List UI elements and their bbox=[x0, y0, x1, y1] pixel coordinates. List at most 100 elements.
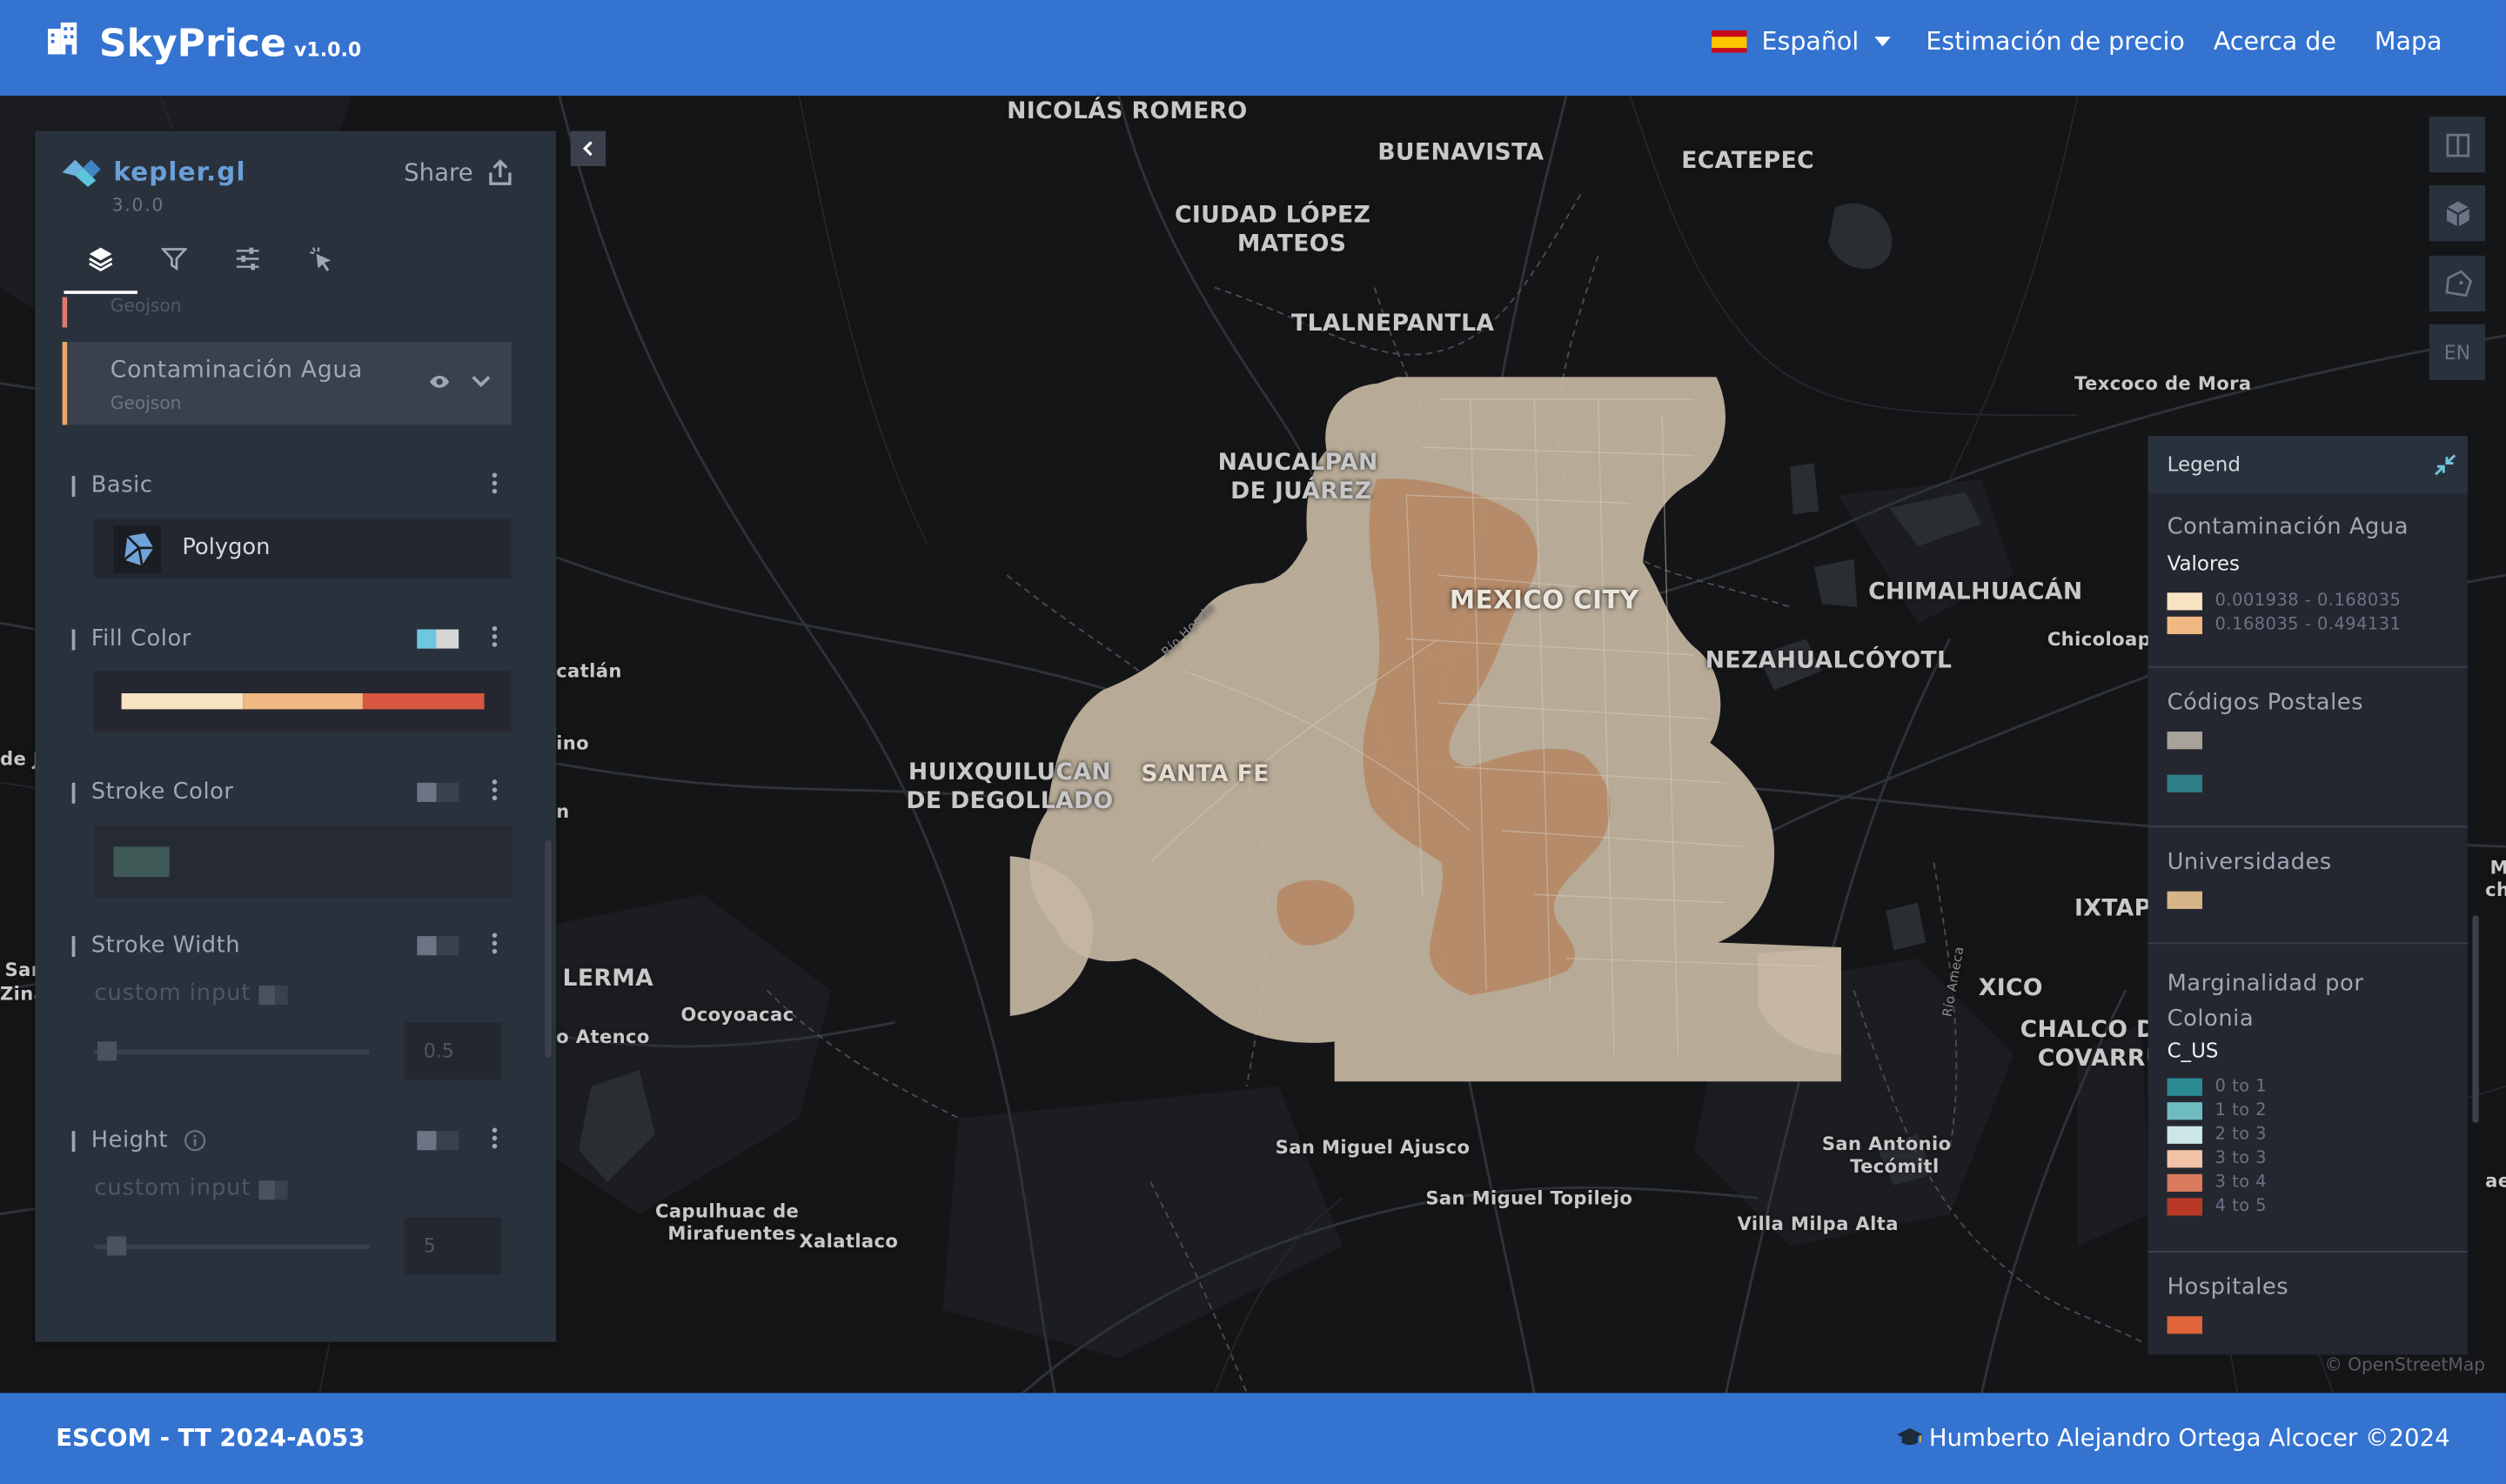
legend-row-label: 2 to 3 bbox=[2215, 1124, 2268, 1144]
map-language-button[interactable]: EN bbox=[2429, 324, 2486, 381]
layer-card-contaminacion-agua[interactable]: Contaminación Agua Geojson bbox=[62, 341, 512, 425]
custom-input-toggle[interactable] bbox=[258, 986, 288, 1006]
legend-section-title: Contaminación Agua bbox=[2167, 514, 2409, 540]
more-options-icon[interactable] bbox=[492, 1127, 499, 1150]
legend-scrollbar[interactable] bbox=[2472, 915, 2479, 1123]
draw-polygon-icon bbox=[2444, 269, 2472, 297]
place-label: catlán bbox=[556, 659, 622, 683]
height-input[interactable]: 5 bbox=[404, 1217, 502, 1275]
stroke-width-input[interactable]: 0.5 bbox=[404, 1022, 502, 1080]
more-options-icon[interactable] bbox=[492, 625, 499, 649]
tab-filters[interactable] bbox=[137, 246, 211, 294]
more-options-icon[interactable] bbox=[492, 472, 499, 496]
ramp-stop bbox=[242, 692, 364, 710]
spain-flag-icon bbox=[1712, 30, 1748, 53]
share-icon bbox=[489, 159, 512, 185]
panel-tabs bbox=[64, 246, 358, 294]
kepler-logo-icon bbox=[62, 158, 101, 186]
place-label: San Miguel Ajusco bbox=[1275, 1135, 1471, 1159]
split-map-icon bbox=[2445, 132, 2469, 157]
slider-handle[interactable] bbox=[107, 1236, 127, 1256]
legend-swatch bbox=[2167, 732, 2202, 750]
nav-link-map[interactable]: Mapa bbox=[2375, 27, 2442, 56]
tab-interactions[interactable] bbox=[211, 246, 284, 294]
layer-sub: Geojson bbox=[110, 392, 182, 414]
legend-row: 4 to 5 bbox=[2167, 1196, 2268, 1216]
draw-polygon-button[interactable] bbox=[2429, 255, 2486, 312]
place-label: Capulhuac de Mirafuentes bbox=[655, 1200, 800, 1245]
nav-link-price-estimate[interactable]: Estimación de precio bbox=[1926, 27, 2184, 56]
stroke-width-toggle[interactable] bbox=[417, 936, 459, 956]
collapse-legend-icon[interactable] bbox=[2432, 452, 2457, 478]
contaminacion-agua-layer bbox=[1009, 377, 1841, 1082]
layers-panel: Geojson Contaminación Agua Geojson Basic bbox=[35, 296, 557, 1342]
place-label: ino bbox=[556, 732, 590, 754]
ramp-stop bbox=[363, 692, 485, 710]
legend-swatch bbox=[2167, 891, 2202, 909]
color-ramp bbox=[121, 692, 485, 710]
legend-section-universidades: Universidades bbox=[2148, 827, 2468, 945]
legend-row-label: 3 to 4 bbox=[2215, 1172, 2268, 1192]
layer-card-previous[interactable]: Geojson bbox=[62, 296, 512, 328]
legend-row: 1 to 2 bbox=[2167, 1100, 2268, 1120]
tab-layers[interactable] bbox=[64, 246, 137, 294]
legend-swatch bbox=[2167, 774, 2202, 792]
custom-input-toggle[interactable] bbox=[258, 1180, 288, 1200]
legend-swatch bbox=[2167, 1101, 2202, 1120]
panel-scrollbar[interactable] bbox=[545, 839, 552, 1058]
chevron-down-icon[interactable] bbox=[470, 374, 492, 390]
legend-section-title: Hospitales bbox=[2167, 1274, 2289, 1300]
place-label: LERMA bbox=[562, 966, 654, 993]
place-label: Ocoyoacac bbox=[680, 1003, 794, 1026]
language-label: Español bbox=[1761, 27, 1859, 57]
place-label: Texcoco de Mora bbox=[2074, 371, 2252, 395]
tab-basemap[interactable] bbox=[285, 246, 358, 294]
share-label: Share bbox=[404, 157, 473, 187]
height-toggle[interactable] bbox=[417, 1131, 459, 1151]
more-options-icon[interactable] bbox=[492, 933, 499, 955]
legend-section-contaminacion-agua: Contaminación Agua Valores 0.001938 - 0.… bbox=[2148, 493, 2468, 668]
collapse-panel-button[interactable] bbox=[570, 130, 606, 166]
kepler-version: 3.0.0 bbox=[111, 195, 165, 216]
split-map-button[interactable] bbox=[2429, 117, 2486, 173]
3d-map-button[interactable] bbox=[2429, 185, 2486, 242]
legend-row-label: 0.001938 - 0.168035 bbox=[2215, 591, 2402, 611]
fill-color-ramp-selector[interactable] bbox=[94, 671, 512, 732]
place-label: o Atenco bbox=[556, 1025, 650, 1048]
legend-row-label: 0 to 1 bbox=[2215, 1076, 2268, 1096]
stroke-width-label: Stroke Width bbox=[71, 933, 240, 959]
stroke-color-label: Stroke Color bbox=[71, 779, 234, 806]
top-navbar: SkyPrice v1.0.0 Español Estimación de pr… bbox=[0, 0, 2506, 97]
language-dropdown[interactable]: Español bbox=[1712, 27, 1891, 56]
legend-section-sub: Valores bbox=[2167, 551, 2241, 576]
legend-section-title: Marginalidad por Colonia bbox=[2167, 971, 2364, 1033]
stroke-color-toggle[interactable] bbox=[417, 782, 459, 802]
place-label: IXTAP bbox=[2074, 896, 2152, 922]
cube-3d-icon bbox=[2445, 200, 2469, 226]
building-icon bbox=[48, 22, 77, 55]
layer-type-label: Polygon bbox=[182, 535, 271, 561]
eye-icon[interactable] bbox=[428, 374, 451, 390]
legend-header[interactable]: Legend bbox=[2148, 436, 2468, 494]
legend-row: 0.001938 - 0.168035 bbox=[2167, 591, 2402, 611]
height-slider[interactable] bbox=[94, 1244, 370, 1250]
stroke-width-slider[interactable] bbox=[94, 1049, 370, 1055]
legend-swatch bbox=[2167, 1077, 2202, 1095]
slider-handle[interactable] bbox=[97, 1041, 117, 1061]
info-icon[interactable] bbox=[184, 1129, 206, 1152]
share-button[interactable]: Share bbox=[404, 158, 514, 187]
layer-type-selector[interactable]: Polygon bbox=[94, 518, 512, 578]
legend-row: 3 to 3 bbox=[2167, 1148, 2268, 1167]
brand[interactable]: SkyPrice v1.0.0 bbox=[44, 16, 361, 67]
basic-section-label: Basic bbox=[71, 473, 153, 498]
more-options-icon[interactable] bbox=[492, 779, 499, 802]
nav-right: Español Estimación de precio Acerca de M… bbox=[1712, 23, 2442, 61]
legend-swatch bbox=[2167, 1316, 2202, 1334]
kepler-logo[interactable]: kepler.gl bbox=[62, 157, 246, 187]
stroke-color-selector[interactable] bbox=[94, 826, 512, 899]
fill-color-toggle[interactable] bbox=[417, 629, 459, 649]
kepler-side-panel: kepler.gl 3.0.0 Share Geojson Contaminac… bbox=[35, 130, 557, 1342]
nav-link-about[interactable]: Acerca de bbox=[2214, 27, 2336, 56]
place-label: ae bbox=[2485, 1169, 2506, 1192]
map-attribution[interactable]: © OpenStreetMap bbox=[2324, 1354, 2485, 1375]
